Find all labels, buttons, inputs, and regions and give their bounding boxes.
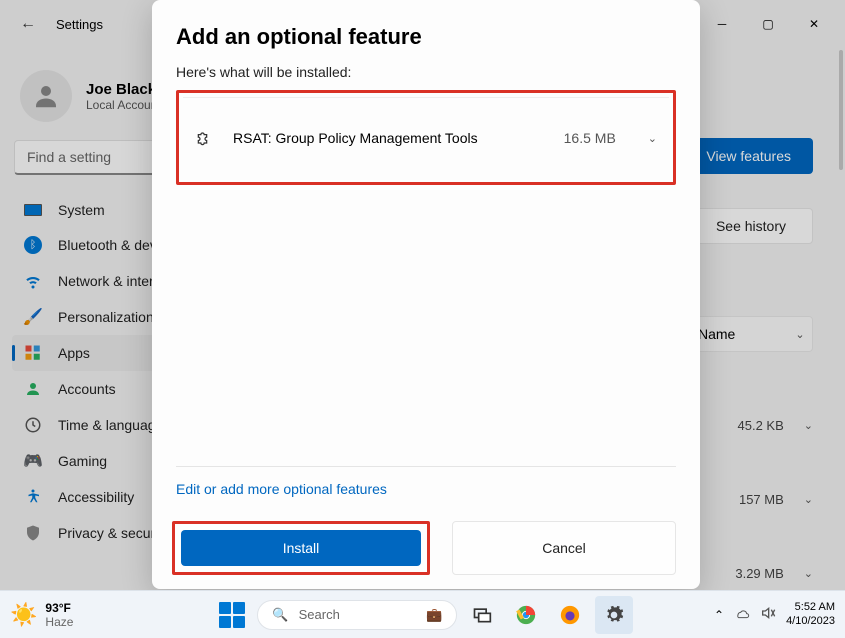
feature-size: 16.5 MB xyxy=(564,130,616,146)
tray-chevron-icon[interactable]: ⌃ xyxy=(714,608,724,622)
weather-widget[interactable]: ☀️ 93°F Haze xyxy=(10,601,73,629)
cancel-button[interactable]: Cancel xyxy=(452,521,676,575)
feature-item[interactable]: RSAT: Group Policy Management Tools 16.5… xyxy=(183,97,669,178)
taskbar-search[interactable]: 🔍 Search 💼 xyxy=(257,600,457,630)
tray-time: 5:52 AM xyxy=(786,601,835,615)
volume-icon[interactable] xyxy=(760,605,776,624)
weather-temp: 93°F xyxy=(45,601,73,615)
task-view-button[interactable] xyxy=(463,596,501,634)
clock-tray[interactable]: 5:52 AM 4/10/2023 xyxy=(786,601,835,629)
annotation-highlight: Install xyxy=(172,521,430,575)
firefox-icon[interactable] xyxy=(551,596,589,634)
settings-icon[interactable] xyxy=(595,596,633,634)
annotation-highlight: RSAT: Group Policy Management Tools 16.5… xyxy=(176,90,676,185)
search-placeholder: Search xyxy=(299,607,340,622)
modal-title: Add an optional feature xyxy=(176,24,676,50)
weather-cond: Haze xyxy=(45,615,73,629)
puzzle-icon xyxy=(195,128,215,148)
edit-features-link[interactable]: Edit or add more optional features xyxy=(158,481,694,521)
taskbar: ☀️ 93°F Haze 🔍 Search 💼 ⌃ xyxy=(0,590,845,638)
install-button[interactable]: Install xyxy=(181,530,421,566)
search-icon: 🔍 xyxy=(272,607,288,623)
onedrive-icon[interactable] xyxy=(734,605,750,624)
start-button[interactable] xyxy=(213,596,251,634)
tray-date: 4/10/2023 xyxy=(786,615,835,629)
divider xyxy=(176,466,676,467)
feature-name: RSAT: Group Policy Management Tools xyxy=(233,130,546,146)
add-feature-modal: Add an optional feature Here's what will… xyxy=(152,0,700,589)
chrome-icon[interactable] xyxy=(507,596,545,634)
chevron-down-icon[interactable]: ⌄ xyxy=(648,132,657,145)
modal-subtitle: Here's what will be installed: xyxy=(176,64,676,80)
weather-icon: ☀️ xyxy=(10,602,37,628)
briefcase-icon: 💼 xyxy=(426,607,442,623)
